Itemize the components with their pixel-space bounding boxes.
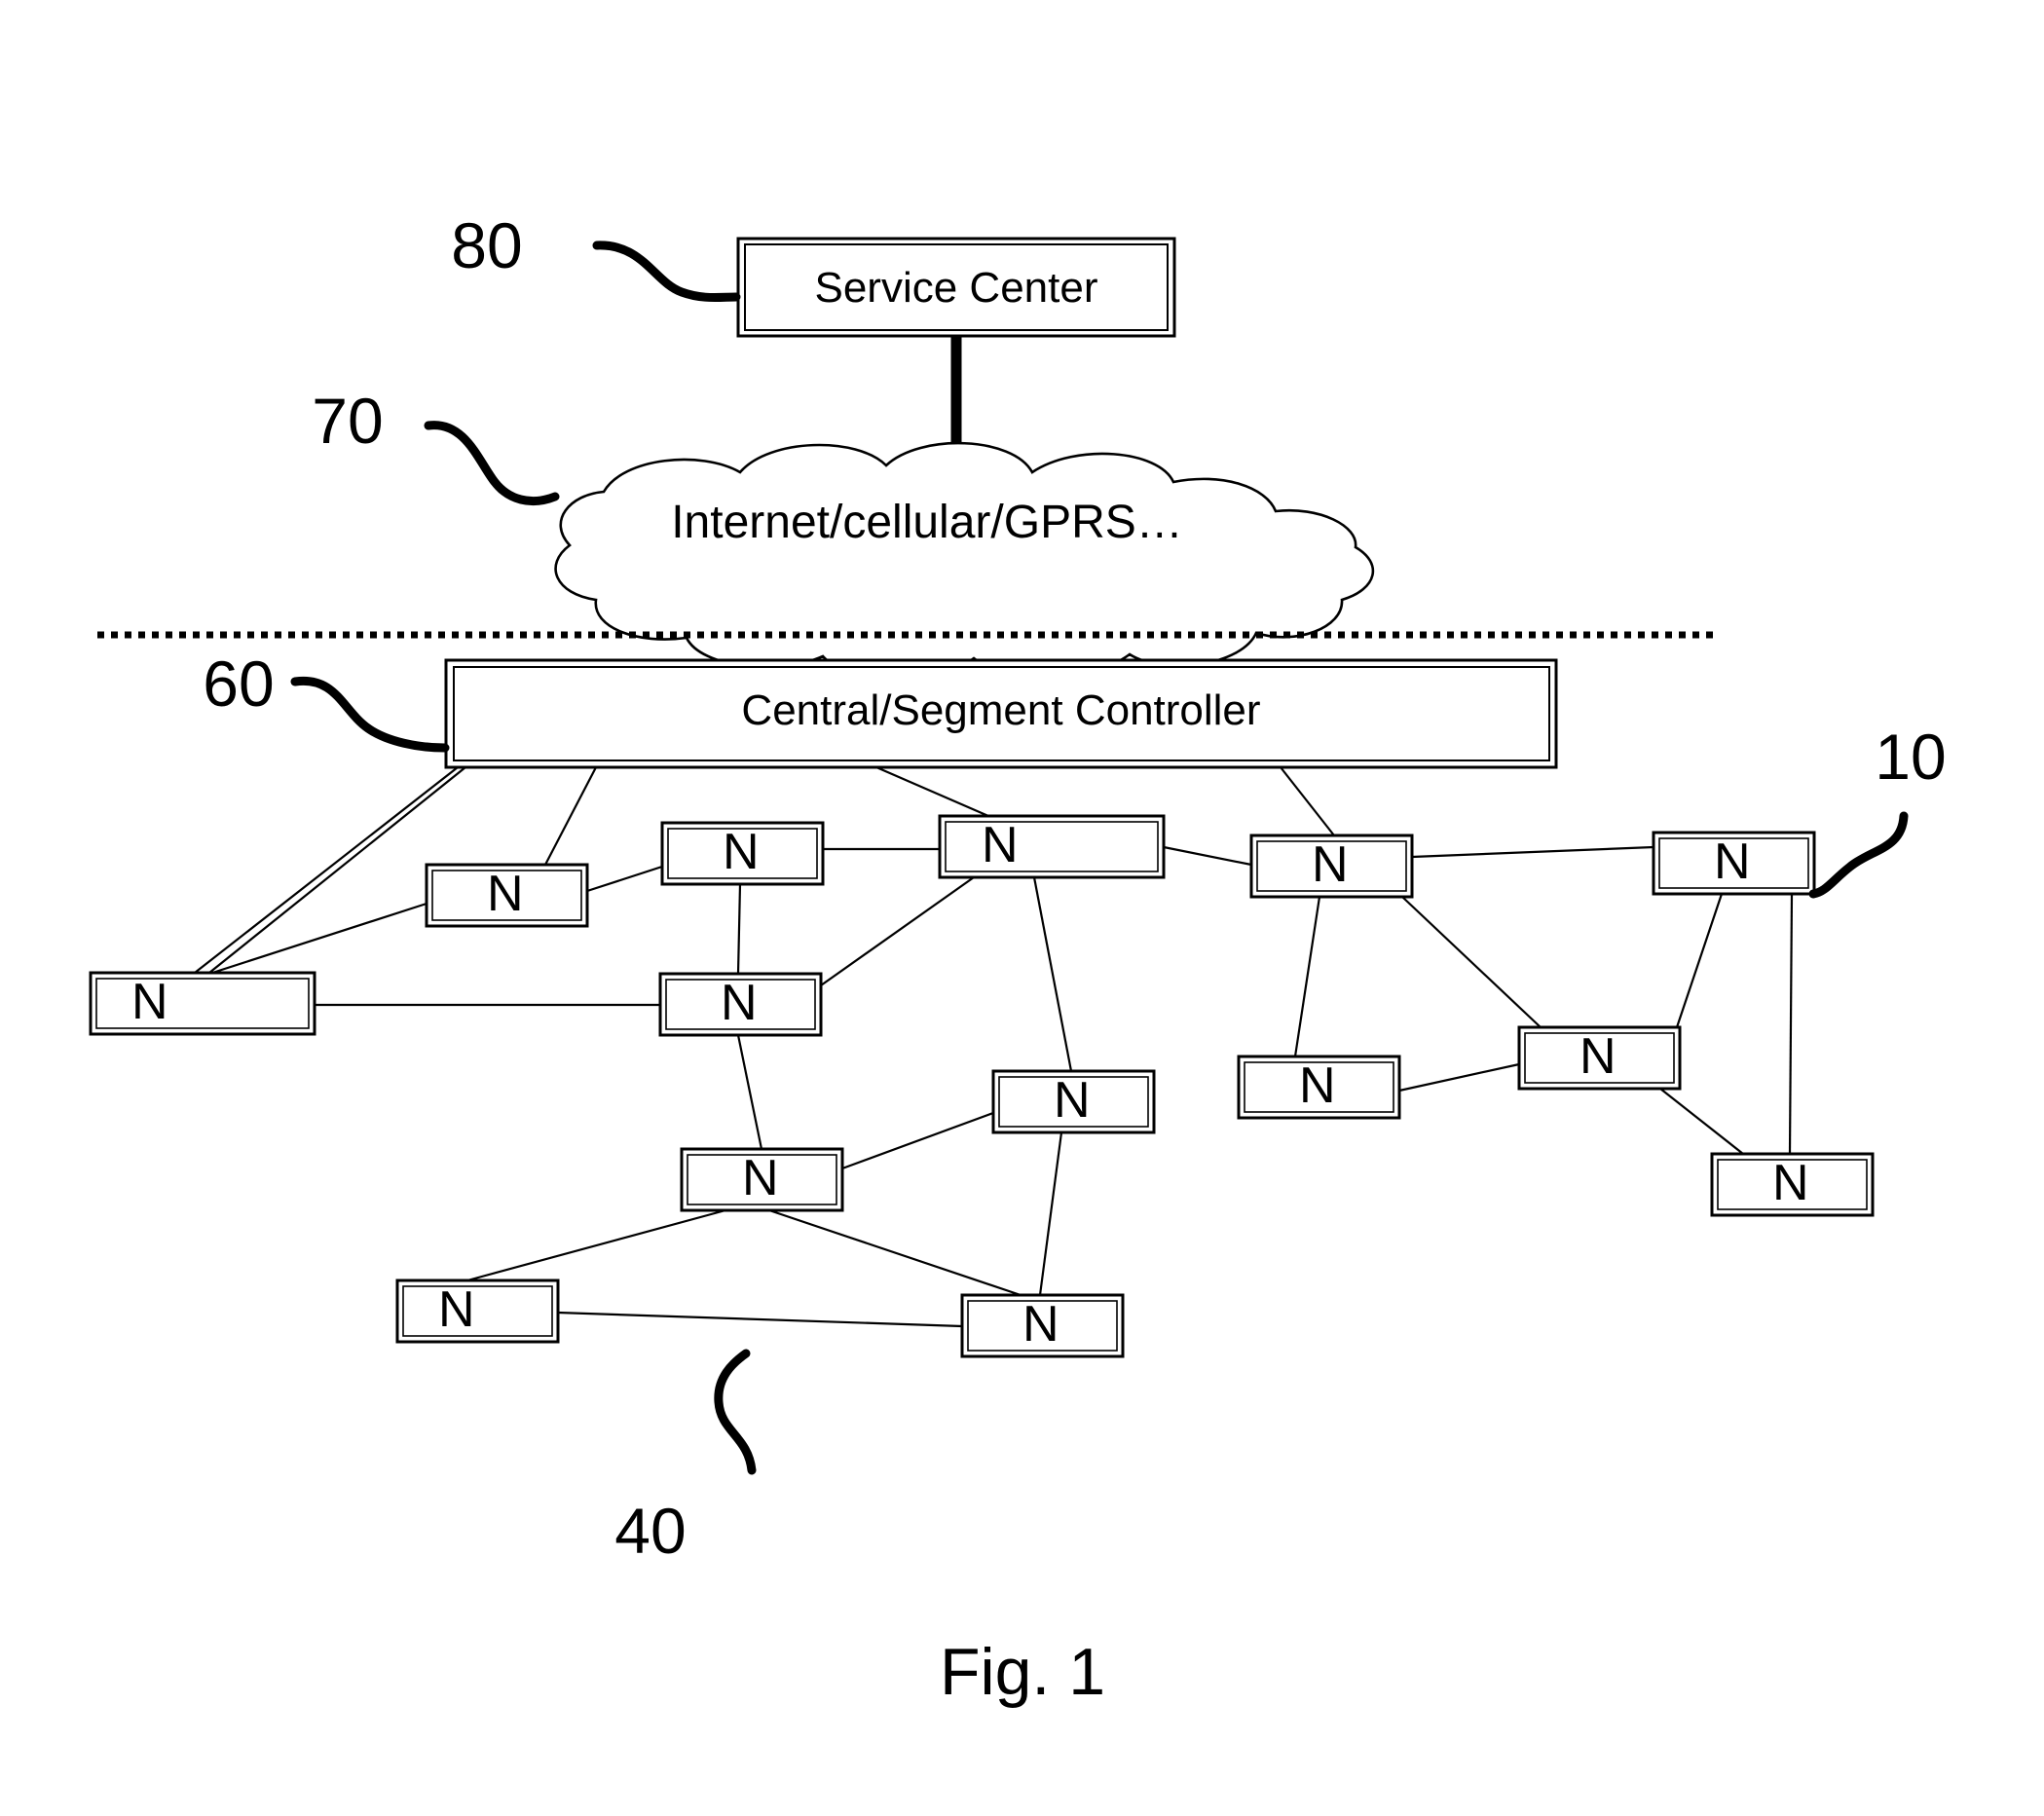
link-ne-nf xyxy=(841,1111,994,1170)
reference-numeral-40-label: 40 xyxy=(614,1495,686,1567)
leader-line-60 xyxy=(290,676,450,753)
link-nc-nd xyxy=(820,876,975,986)
leader-line-80 xyxy=(592,241,741,303)
reference-numeral-10: 10 xyxy=(1808,721,1947,899)
node-label: N xyxy=(1714,834,1751,890)
link-nlowl-nlowm xyxy=(1398,1062,1520,1093)
node-label: N xyxy=(742,1150,779,1206)
node-label: N xyxy=(438,1281,475,1338)
node-label: N xyxy=(721,975,758,1031)
node-box[interactable]: N xyxy=(660,821,825,886)
cloud-shape xyxy=(554,441,1375,681)
link-controller-nleft-a xyxy=(194,766,459,974)
reference-numeral-60: 60 xyxy=(203,648,450,753)
node-label: N xyxy=(1312,836,1349,893)
link-ne-nh xyxy=(1038,1131,1063,1296)
network-diagram: Internet/cellular/GPRS… Service Center C… xyxy=(89,209,1947,1709)
node-label: N xyxy=(1772,1155,1809,1211)
link-ng-nh xyxy=(557,1311,963,1328)
node-box[interactable]: N xyxy=(991,1069,1156,1134)
reference-numeral-80-label: 80 xyxy=(451,209,522,281)
link-controller-nmidr xyxy=(1280,766,1335,836)
reference-numeral-70-label: 70 xyxy=(312,385,383,457)
node-label: N xyxy=(487,866,524,922)
service-center-label: Service Center xyxy=(814,264,1097,312)
node-box[interactable]: N xyxy=(1237,1055,1401,1120)
link-nr1-nlowr xyxy=(1788,893,1794,1155)
leader-line-40 xyxy=(714,1349,757,1475)
reference-numeral-10-label: 10 xyxy=(1875,721,1946,793)
link-controller-na xyxy=(544,766,597,866)
reference-numeral-40: 40 xyxy=(614,1349,757,1567)
node-label: N xyxy=(723,824,760,880)
link-nc-ne xyxy=(1032,876,1073,1072)
figure-root: Internet/cellular/GPRS… Service Center C… xyxy=(0,0,2044,1816)
node-box[interactable]: N xyxy=(680,1147,844,1212)
cloud-label: Internet/cellular/GPRS… xyxy=(671,497,1183,548)
link-nc-nmidr xyxy=(1163,845,1252,867)
reference-numeral-60-label: 60 xyxy=(203,648,274,720)
leader-line-70 xyxy=(424,421,560,506)
node-box[interactable]: N xyxy=(1652,831,1816,896)
link-nb-nd xyxy=(736,883,742,975)
cloud-network: Internet/cellular/GPRS… xyxy=(554,441,1375,681)
reference-numeral-70: 70 xyxy=(312,385,560,506)
node-boxes: N N N N N N N N N N N N N N xyxy=(89,814,1875,1358)
link-nmidr-nlowm xyxy=(1401,896,1542,1028)
link-nmidr-nr1 xyxy=(1411,845,1654,859)
node-label: N xyxy=(131,974,168,1030)
node-box[interactable]: N xyxy=(658,972,823,1037)
link-nlowm-nr1 xyxy=(1675,893,1724,1028)
central-segment-controller-block[interactable]: Central/Segment Controller xyxy=(444,658,1558,769)
node-box[interactable]: N xyxy=(1710,1152,1875,1217)
link-nmidr-nlowl xyxy=(1293,896,1321,1057)
node-label: N xyxy=(982,817,1019,873)
link-nf-nh xyxy=(768,1208,1022,1297)
link-nf-ng xyxy=(466,1208,726,1282)
node-label: N xyxy=(1579,1028,1617,1085)
node-box[interactable]: N xyxy=(395,1279,560,1344)
link-controller-nc xyxy=(875,765,989,818)
leader-line-10 xyxy=(1808,811,1909,899)
reference-numeral-80: 80 xyxy=(451,209,741,303)
node-box[interactable]: N xyxy=(938,814,1166,879)
link-nd-nf xyxy=(736,1034,763,1150)
figure-caption: Fig. 1 xyxy=(940,1635,1105,1709)
node-box[interactable]: N xyxy=(960,1293,1125,1358)
node-box[interactable]: N xyxy=(425,863,589,928)
node-box[interactable]: N xyxy=(1249,834,1414,899)
link-nlowm-nlowr xyxy=(1659,1088,1744,1155)
controller-label: Central/Segment Controller xyxy=(741,686,1260,734)
node-box[interactable]: N xyxy=(89,971,316,1036)
node-label: N xyxy=(1054,1072,1091,1129)
node-label: N xyxy=(1022,1296,1059,1353)
node-label: N xyxy=(1299,1057,1336,1114)
link-na-nb xyxy=(586,865,663,893)
node-box[interactable]: N xyxy=(1517,1025,1682,1091)
service-center-block[interactable]: Service Center xyxy=(736,237,1176,338)
